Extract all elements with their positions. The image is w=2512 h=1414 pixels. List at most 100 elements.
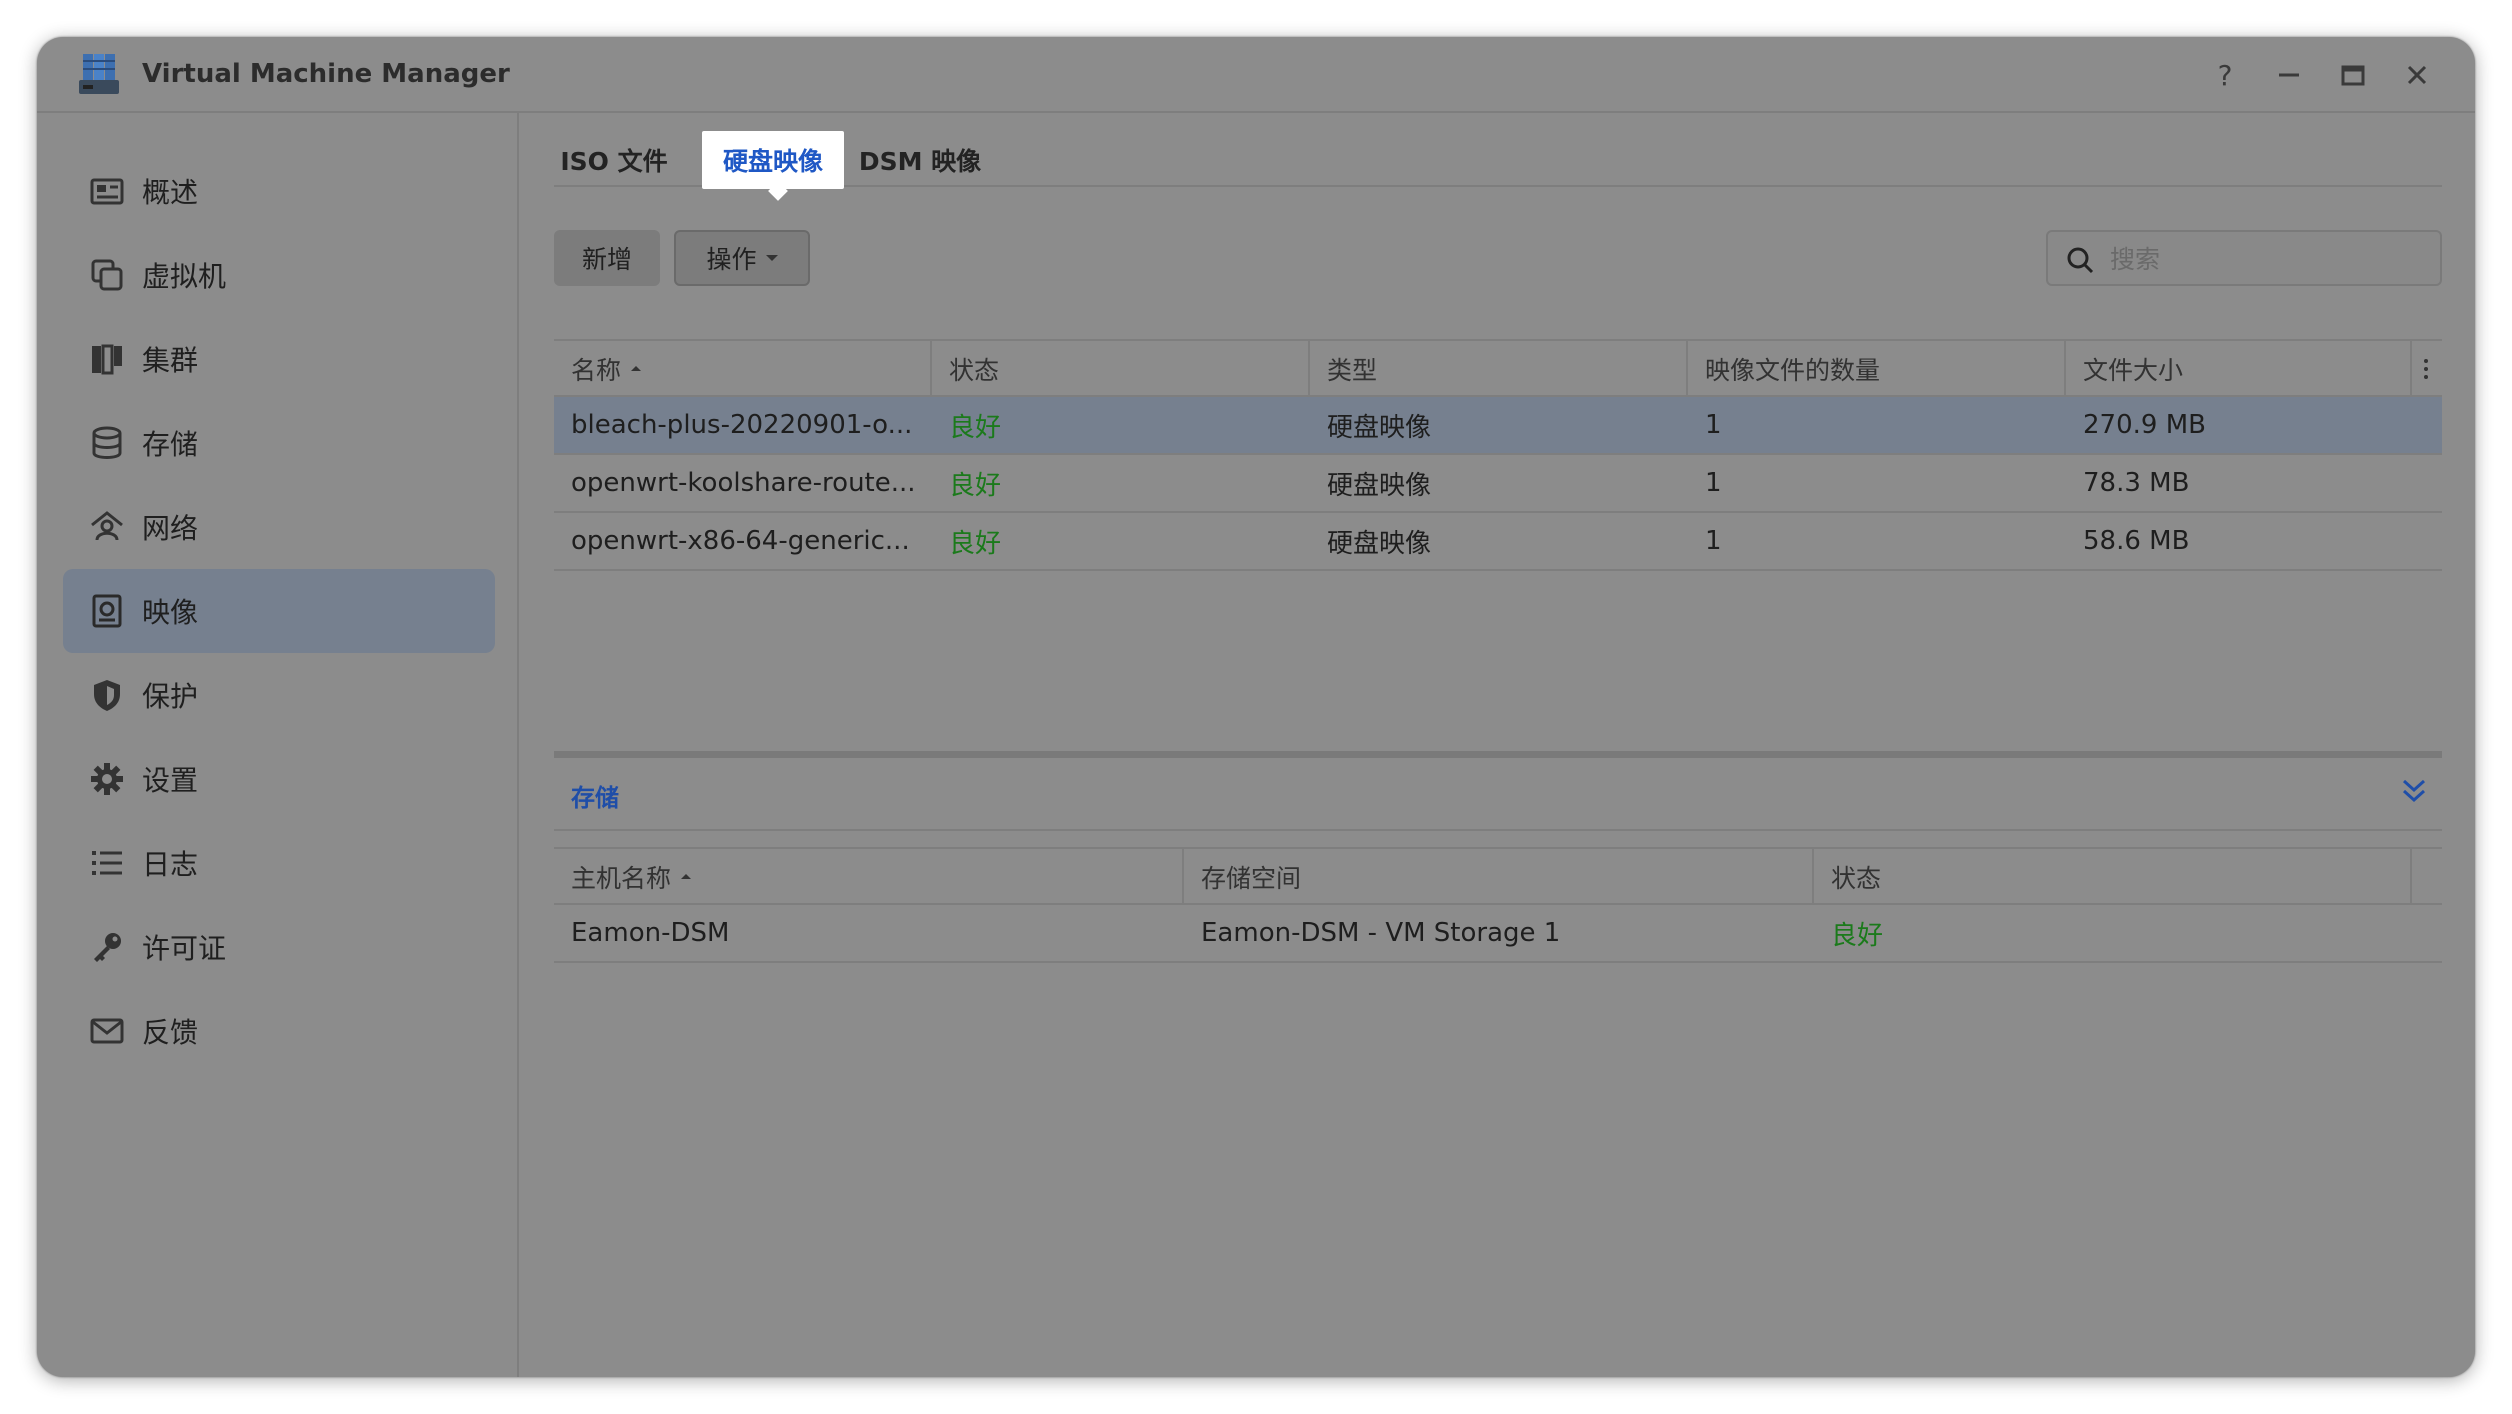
sidebar-item-settings[interactable]: 设置 [63, 737, 495, 821]
divider [554, 829, 2442, 831]
cell-type: 硬盘映像 [1327, 528, 1432, 559]
app-window: Virtual Machine Manager ? 概述 虚拟机 集群 存储 网… [37, 37, 2475, 1377]
column-header-file-size[interactable]: 文件大小 [2066, 341, 2412, 397]
column-header-status[interactable]: 状态 [1814, 849, 2412, 905]
disk-images-table: 名称 状态 类型 映像文件的数量 文件大小 bleach-plus-202209… [554, 339, 2442, 651]
sort-ascending-icon [631, 365, 642, 371]
column-header-volume[interactable]: 存储空间 [1184, 849, 1814, 905]
collapse-panel-button[interactable] [2401, 777, 2427, 809]
gear-icon [91, 763, 123, 795]
add-button-label: 新增 [581, 245, 632, 274]
cell-name: openwrt-koolshare-route... [571, 468, 916, 498]
tab-disk-images[interactable]: 硬盘映像 [702, 131, 844, 201]
cell-host-name: Eamon-DSM [571, 918, 730, 948]
image-icon [92, 594, 122, 628]
sidebar-item-storage[interactable]: 存储 [63, 401, 495, 485]
more-vertical-icon [2424, 359, 2428, 379]
sidebar-item-license[interactable]: 许可证 [63, 905, 495, 989]
list-icon [92, 851, 122, 875]
help-icon: ? [2217, 58, 2233, 92]
overview-icon [90, 178, 124, 205]
column-header-host-name[interactable]: 主机名称 [554, 849, 1184, 905]
sidebar-item-label: 设置 [142, 764, 199, 797]
table-row[interactable]: openwrt-x86-64-generic... 良好 硬盘映像 1 58.6… [554, 513, 2442, 571]
cell-status: 良好 [1831, 920, 1884, 951]
sidebar-item-label: 集群 [142, 344, 199, 377]
panel-splitter[interactable] [554, 751, 2442, 758]
cell-file-count: 1 [1705, 468, 1722, 498]
cell-file-count: 1 [1705, 526, 1722, 556]
key-icon [94, 933, 121, 962]
search-icon [2067, 247, 2094, 274]
sidebar-item-label: 保护 [142, 680, 199, 713]
tab-iso-files[interactable]: ISO 文件 [554, 131, 674, 189]
cell-file-count: 1 [1705, 410, 1722, 440]
virtual-machine-icon [91, 259, 123, 291]
table-row[interactable]: bleach-plus-20220901-o... 良好 硬盘映像 1 270.… [554, 397, 2442, 455]
cell-name: bleach-plus-20220901-o... [571, 410, 913, 440]
sidebar-item-label: 许可证 [142, 932, 227, 965]
table-row[interactable]: Eamon-DSM Eamon-DSM - VM Storage 1 良好 [554, 905, 2442, 963]
sidebar-item-log[interactable]: 日志 [63, 821, 495, 905]
column-header-label: 主机名称 [571, 864, 672, 893]
cell-status: 良好 [949, 412, 1002, 443]
tab-label: 硬盘映像 [722, 147, 823, 176]
column-header-label: 存储空间 [1201, 864, 1302, 893]
add-button[interactable]: 新增 [554, 230, 660, 286]
column-header-file-count[interactable]: 映像文件的数量 [1688, 341, 2066, 397]
sort-ascending-icon [681, 873, 692, 879]
cell-name: openwrt-x86-64-generic... [571, 526, 910, 556]
sidebar-item-label: 日志 [142, 848, 199, 881]
shield-icon [94, 680, 120, 711]
column-header-name[interactable]: 名称 [554, 341, 932, 397]
title-bar: Virtual Machine Manager ? [37, 37, 2475, 113]
table-row[interactable]: openwrt-koolshare-route... 良好 硬盘映像 1 78.… [554, 455, 2442, 513]
tab-label: DSM 映像 [858, 147, 982, 176]
column-header-label: 名称 [571, 356, 622, 385]
cell-status: 良好 [949, 528, 1002, 559]
chevron-down-icon [765, 255, 778, 261]
mail-icon [90, 1018, 124, 1044]
sidebar-item-network[interactable]: 网络 [63, 485, 495, 569]
search-input[interactable] [2110, 242, 2410, 276]
sidebar-item-label: 存储 [142, 428, 199, 461]
actions-dropdown-button[interactable]: 操作 [674, 230, 810, 286]
sidebar-item-label: 虚拟机 [142, 260, 227, 293]
cell-type: 硬盘映像 [1327, 470, 1432, 501]
network-icon [91, 511, 123, 541]
sidebar-item-label: 概述 [142, 176, 199, 209]
double-chevron-down-icon [2402, 779, 2426, 803]
tab-label: ISO 文件 [560, 147, 668, 176]
main-content: ISO 文件 硬盘映像 DSM 映像 新增 操作 搜索 名称 状态 类型 映像文… [521, 113, 2475, 1377]
sidebar: 概述 虚拟机 集群 存储 网络 映像 保护 设置 日志 许可证 反馈 [37, 113, 519, 1377]
column-header-label: 类型 [1327, 356, 1378, 385]
table-header: 名称 状态 类型 映像文件的数量 文件大小 [554, 339, 2442, 397]
sidebar-item-cluster[interactable]: 集群 [63, 317, 495, 401]
cell-volume: Eamon-DSM - VM Storage 1 [1201, 918, 1561, 948]
column-header-label: 状态 [949, 356, 1000, 385]
tab-dsm-images[interactable]: DSM 映像 [858, 131, 982, 189]
minimize-button[interactable] [2269, 55, 2309, 95]
table-header: 主机名称 存储空间 状态 [554, 847, 2442, 905]
sidebar-item-image[interactable]: 映像 [63, 569, 495, 653]
storage-table: 主机名称 存储空间 状态 Eamon-DSM Eamon-DSM - VM St… [554, 847, 2442, 967]
help-button[interactable]: ? [2205, 55, 2245, 95]
sidebar-item-label: 网络 [142, 512, 199, 545]
column-options-button[interactable] [2410, 341, 2442, 397]
search-box[interactable] [2046, 230, 2442, 286]
active-tab-indicator [768, 181, 788, 201]
cell-file-size: 58.6 MB [2083, 526, 2190, 556]
column-header-type[interactable]: 类型 [1310, 341, 1688, 397]
close-button[interactable] [2397, 55, 2437, 95]
sidebar-item-overview[interactable]: 概述 [63, 149, 495, 233]
cell-type: 硬盘映像 [1327, 412, 1432, 443]
maximize-button[interactable] [2333, 55, 2373, 95]
sidebar-item-protection[interactable]: 保护 [63, 653, 495, 737]
column-header-status[interactable]: 状态 [932, 341, 1310, 397]
sidebar-item-feedback[interactable]: 反馈 [63, 989, 495, 1073]
sidebar-item-virtual-machine[interactable]: 虚拟机 [63, 233, 495, 317]
storage-panel-title: 存储 [571, 784, 619, 812]
storage-icon [92, 426, 122, 459]
sidebar-item-label: 反馈 [142, 1016, 199, 1049]
tab-bar: ISO 文件 硬盘映像 DSM 映像 [554, 131, 2442, 201]
